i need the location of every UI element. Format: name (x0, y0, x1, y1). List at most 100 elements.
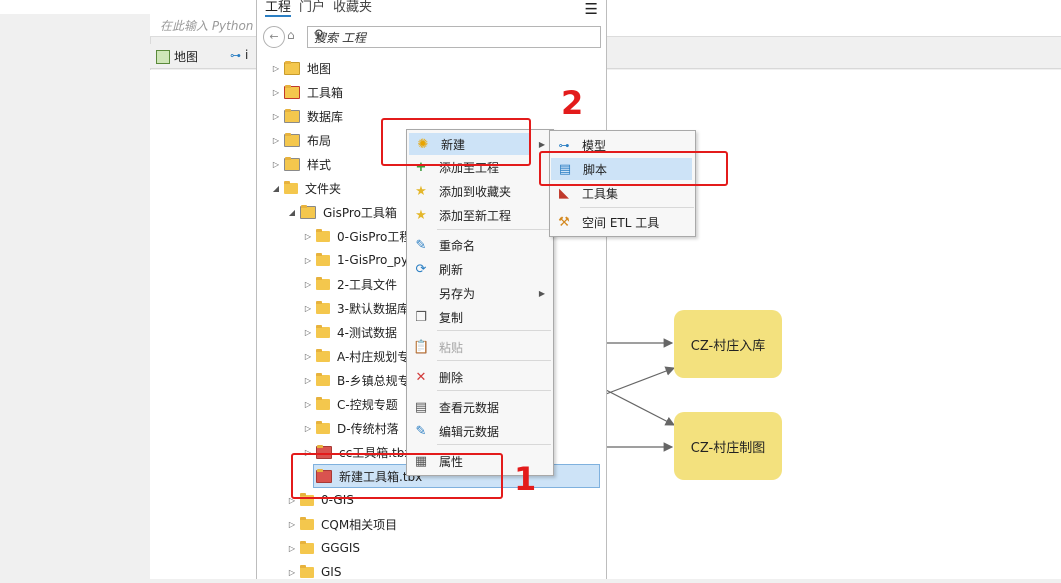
etl-tool-icon: ⚒ (558, 214, 570, 230)
tree-item[interactable]: ▷ 样式 (270, 153, 331, 175)
model-node-label: CZ-村庄制图 (690, 440, 766, 456)
expand-right-icon[interactable]: ▷ (302, 376, 314, 385)
folder-icon (316, 324, 330, 338)
expand-right-icon[interactable]: ▷ (286, 544, 298, 553)
pane-menu-icon[interactable]: ☰ (585, 0, 598, 18)
tab-project[interactable]: 工程 (265, 0, 292, 17)
tree-item[interactable]: ▷ 2-工具文件 (302, 273, 397, 295)
home-icon[interactable]: ⌂ (287, 28, 301, 42)
expand-right-icon[interactable]: ▷ (270, 136, 282, 145)
folder-icon (316, 372, 330, 386)
tree-item-label: 1-GisPro_py (337, 253, 409, 267)
folder-icon (284, 180, 298, 194)
menu-item-label: 添加至新工程 (439, 208, 512, 223)
menu-item-label: 工具集 (582, 186, 619, 201)
menu-item-paste[interactable]: 📋 粘贴 (407, 336, 553, 358)
tree-item[interactable]: ▷ B-乡镇总规专 (302, 369, 410, 391)
search-input[interactable]: 搜索 工程 ⚲ ▾ (307, 26, 601, 48)
menu-separator (437, 330, 551, 331)
expand-right-icon[interactable]: ▷ (270, 88, 282, 97)
expand-right-icon[interactable]: ▷ (286, 520, 298, 529)
star-icon: ★ (415, 207, 427, 223)
metadata-icon: ▤ (414, 399, 428, 415)
folder-icon (316, 348, 330, 362)
expand-right-icon[interactable]: ▷ (302, 328, 314, 337)
tree-item[interactable]: ◢ GisPro工具箱 (286, 201, 397, 223)
menu-separator (437, 229, 551, 230)
tree-item[interactable]: ▷ CQM相关项目 (286, 513, 397, 535)
tree-item-label: D-传统村落 (337, 421, 399, 436)
layout-folder-icon (284, 132, 300, 147)
tree-item[interactable]: ◢ 文件夹 (270, 177, 341, 199)
expand-right-icon[interactable]: ▷ (270, 160, 282, 169)
annotation-box-toolbox (291, 453, 503, 499)
folder-icon (300, 540, 314, 554)
menu-item-add-to-new-project[interactable]: ★ 添加至新工程 (407, 204, 553, 226)
expand-right-icon[interactable]: ▷ (286, 568, 298, 577)
submenu-item-etl-tool[interactable]: ⚒ 空间 ETL 工具 (550, 211, 693, 233)
expand-right-icon[interactable]: ▷ (270, 112, 282, 121)
annotation-step-2: 2 (561, 84, 584, 122)
menu-item-add-to-favorites[interactable]: ★ 添加到收藏夹 (407, 180, 553, 202)
tree-item[interactable]: ▷ D-传统村落 (302, 417, 399, 439)
menu-item-delete[interactable]: ✕ 删除 (407, 366, 553, 388)
tree-item[interactable]: ▷ 数据库 (270, 105, 343, 127)
menu-item-label: 查看元数据 (439, 400, 500, 415)
expand-right-icon[interactable]: ▷ (302, 304, 314, 313)
tree-item-label: B-乡镇总规专 (337, 373, 410, 388)
model-node-village-mapping[interactable]: CZ-村庄制图 (674, 412, 782, 480)
tab-portal[interactable]: 门户 (299, 0, 325, 17)
tree-item[interactable]: ▷ 1-GisPro_py (302, 249, 408, 271)
menu-item-label: 粘贴 (439, 340, 464, 355)
catalog-tabs: 工程 门户 收藏夹 (265, 0, 372, 17)
toolbox-folder-icon (284, 84, 300, 99)
model-node-village-import[interactable]: CZ-村庄入库 (674, 310, 782, 378)
menu-separator (437, 390, 551, 391)
tree-item[interactable]: ▷ 工具箱 (270, 81, 343, 103)
tree-item-label: 布局 (307, 133, 332, 148)
back-icon[interactable]: ← (263, 26, 285, 48)
tree-item[interactable]: ▷ A-村庄规划专 (302, 345, 409, 367)
tree-item-label: 2-工具文件 (337, 277, 397, 292)
context-menu: ✺ 新建 ▶ + 添加至工程 ★ 添加到收藏夹 ★ 添加至新工程 ✎ 重命名 ⟳… (406, 129, 554, 476)
menu-item-refresh[interactable]: ⟳ 刷新 (407, 258, 553, 280)
refresh-icon: ⟳ (415, 261, 427, 277)
tree-item[interactable]: ▷ 4-测试数据 (302, 321, 397, 343)
tree-item-label: 地图 (307, 61, 332, 76)
menu-item-rename[interactable]: ✎ 重命名 (407, 234, 553, 256)
expand-right-icon[interactable]: ▷ (270, 64, 282, 73)
tree-item[interactable]: ▷ 地图 (270, 57, 331, 79)
tab-favorites[interactable]: 收藏夹 (333, 0, 372, 17)
expand-right-icon[interactable]: ▷ (302, 232, 314, 241)
expand-down-icon[interactable]: ◢ (286, 208, 298, 217)
tree-item[interactable]: ▷ GIS (286, 561, 341, 583)
expand-right-icon[interactable]: ▷ (302, 400, 314, 409)
menu-item-label: 复制 (439, 310, 464, 325)
edit-metadata-icon: ✎ (415, 423, 427, 439)
folder-icon (300, 516, 314, 530)
menu-item-edit-metadata[interactable]: ✎ 编辑元数据 (407, 420, 553, 442)
tree-item[interactable]: ▷ GGGIS (286, 537, 360, 559)
connector-line (605, 389, 676, 426)
tree-item-label: GIS (321, 565, 342, 579)
menu-item-label: 添加到收藏夹 (439, 184, 512, 199)
tree-item[interactable]: ▷ 布局 (270, 129, 331, 151)
tree-item[interactable]: ▷ C-控规专题 (302, 393, 398, 415)
paste-icon: 📋 (413, 339, 430, 355)
chevron-down-icon[interactable]: ▾ (314, 30, 595, 40)
expand-right-icon[interactable]: ▷ (302, 256, 314, 265)
annotation-step-1: 1 (514, 460, 537, 498)
folder-icon (316, 228, 330, 242)
menu-item-copy[interactable]: ❐ 复制 (407, 306, 553, 328)
expand-right-icon[interactable]: ▷ (302, 352, 314, 361)
expand-right-icon[interactable]: ▷ (302, 424, 314, 433)
menu-item-view-metadata[interactable]: ▤ 查看元数据 (407, 396, 553, 418)
expand-down-icon[interactable]: ◢ (270, 184, 282, 193)
tree-item[interactable]: ▷ 0-GisPro工程 (302, 225, 411, 247)
menu-item-save-as[interactable]: 另存为 ▶ (407, 282, 553, 304)
expand-right-icon[interactable]: ▷ (302, 280, 314, 289)
tree-item[interactable]: ▷ 3-默认数据库 (302, 297, 409, 319)
menu-separator (437, 444, 551, 445)
folder-icon (316, 300, 330, 314)
model-icon: ⊶ (558, 138, 570, 152)
